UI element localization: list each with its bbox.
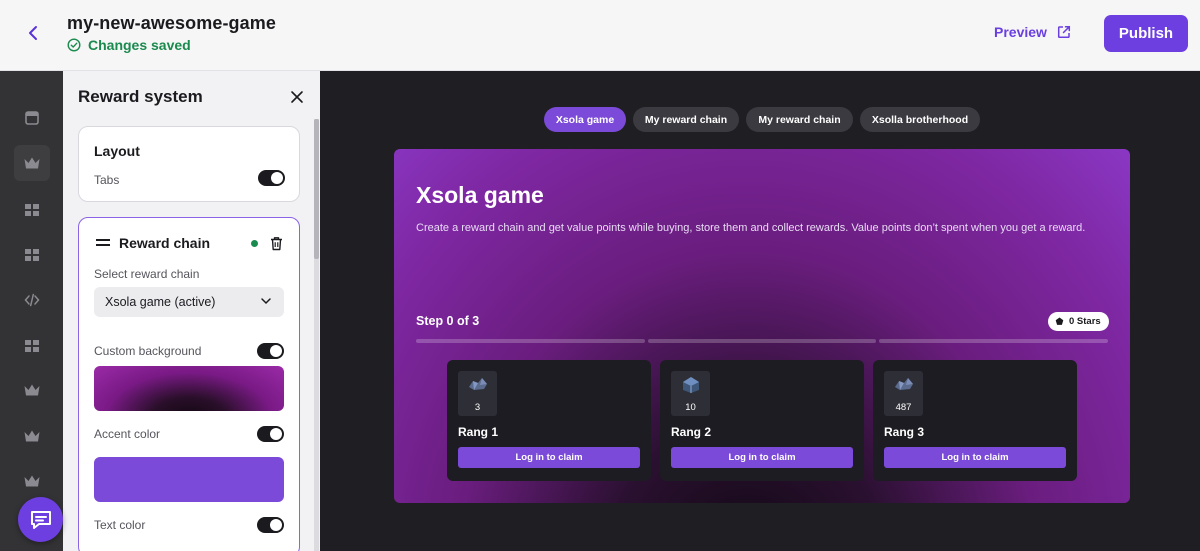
sidebar-item-crown[interactable]	[14, 463, 50, 499]
sidebar-item-crown[interactable]	[14, 418, 50, 454]
sidebar-item-rewards[interactable]	[14, 145, 50, 181]
preview-canvas: Xsola game My reward chain My reward cha…	[320, 71, 1200, 551]
text-color-toggle[interactable]	[257, 517, 284, 533]
crown-icon	[24, 430, 40, 442]
delete-button[interactable]	[268, 235, 284, 251]
reward-chain-section: Reward chain Select reward chain Xsola g…	[78, 217, 300, 551]
layout-title: Layout	[94, 143, 140, 159]
sidebar-item-code[interactable]	[14, 282, 50, 318]
save-status: Changes saved	[67, 37, 191, 53]
code-icon	[24, 293, 40, 307]
gem-chest-icon	[682, 377, 699, 393]
preview-link[interactable]: Preview	[994, 24, 1071, 40]
reward-name: Rang 3	[884, 425, 925, 439]
grid-icon	[25, 340, 39, 352]
reward-thumbnail: 10	[671, 371, 710, 416]
close-panel-button[interactable]	[287, 87, 307, 107]
top-header: my-new-awesome-game Changes saved Previe…	[0, 0, 1200, 71]
accent-color-label: Accent color	[94, 427, 161, 441]
crystal-icon	[468, 378, 487, 390]
step-counter: Step 0 of 3	[416, 314, 480, 328]
drag-handle-icon[interactable]	[96, 239, 110, 249]
tabs-label: Tabs	[94, 173, 120, 187]
active-status-dot	[251, 240, 258, 247]
accent-color-toggle[interactable]	[257, 426, 284, 442]
tab-my-reward-chain[interactable]: My reward chain	[746, 107, 853, 132]
crown-icon	[24, 384, 40, 396]
reward-chain-select-value: Xsola game (active)	[105, 295, 216, 309]
reward-chain-banner: Xsola game Create a reward chain and get…	[394, 149, 1130, 503]
sidebar-item-grid[interactable]	[14, 192, 50, 228]
tab-xsolla-brotherhood[interactable]: Xsolla brotherhood	[860, 107, 980, 132]
sidebar-item-grid[interactable]	[14, 237, 50, 273]
project-title: my-new-awesome-game	[67, 13, 276, 33]
trash-icon	[270, 236, 282, 250]
reward-name: Rang 1	[458, 425, 499, 439]
grid-icon	[25, 249, 39, 261]
reward-name: Rang 2	[671, 425, 712, 439]
text-color-label: Text color	[94, 518, 146, 532]
panel-scrollbar[interactable]	[314, 119, 319, 259]
chevron-left-icon	[29, 26, 37, 40]
back-button[interactable]	[22, 22, 44, 44]
reward-chain-title: Reward chain	[119, 235, 211, 251]
reward-count: 3	[474, 402, 481, 413]
custom-background-toggle[interactable]	[257, 343, 284, 359]
crown-icon	[24, 475, 40, 487]
reward-card: 10 Rang 2 Log in to claim	[660, 360, 864, 481]
external-link-icon	[1057, 25, 1070, 39]
stars-badge: 0 Stars	[1048, 312, 1109, 331]
reward-thumbnail: 487	[884, 371, 923, 416]
reward-card: 487 Rang 3 Log in to claim	[873, 360, 1077, 481]
reward-thumbnail: 3	[458, 371, 497, 416]
sidebar-rail	[0, 71, 63, 551]
reward-count: 487	[895, 402, 912, 413]
reward-card: 3 Rang 1 Log in to claim	[447, 360, 651, 481]
custom-background-label: Custom background	[94, 344, 202, 358]
sidebar-item-store[interactable]	[14, 100, 50, 136]
check-circle-icon	[67, 38, 81, 52]
layout-section: Layout Tabs	[78, 126, 300, 202]
star-icon	[1055, 317, 1064, 325]
login-to-claim-button[interactable]: Log in to claim	[671, 447, 853, 468]
grid-icon	[25, 204, 39, 216]
chat-icon	[30, 510, 51, 529]
save-status-text: Changes saved	[88, 37, 191, 53]
settings-panel: Reward system Layout Tabs Reward chain S…	[63, 71, 320, 551]
select-chain-label: Select reward chain	[94, 267, 200, 281]
tab-my-reward-chain[interactable]: My reward chain	[633, 107, 739, 132]
chat-support-button[interactable]	[18, 497, 63, 542]
close-icon	[291, 91, 303, 103]
publish-button[interactable]: Publish	[1104, 15, 1188, 52]
panel-title: Reward system	[78, 87, 203, 106]
progress-segment	[648, 339, 876, 343]
chevron-down-icon	[261, 298, 271, 305]
progress-segment	[416, 339, 645, 343]
banner-description: Create a reward chain and get value poin…	[416, 222, 1086, 234]
accent-color-swatch[interactable]	[94, 457, 284, 502]
crown-icon	[24, 157, 40, 169]
reward-chain-select[interactable]: Xsola game (active)	[94, 287, 284, 317]
store-icon	[25, 111, 39, 125]
tabs-toggle[interactable]	[258, 170, 285, 186]
login-to-claim-button[interactable]: Log in to claim	[884, 447, 1066, 468]
reward-count: 10	[685, 402, 696, 413]
sidebar-item-grid[interactable]	[14, 328, 50, 364]
stars-count: 0 Stars	[1069, 316, 1101, 327]
crystal-icon	[894, 378, 913, 390]
login-to-claim-button[interactable]: Log in to claim	[458, 447, 640, 468]
progress-segment	[879, 339, 1108, 343]
tab-xsola-game[interactable]: Xsola game	[544, 107, 626, 132]
sidebar-item-crown[interactable]	[14, 372, 50, 408]
banner-title: Xsola game	[416, 182, 544, 208]
custom-background-swatch[interactable]	[94, 366, 284, 411]
preview-label: Preview	[994, 24, 1047, 40]
